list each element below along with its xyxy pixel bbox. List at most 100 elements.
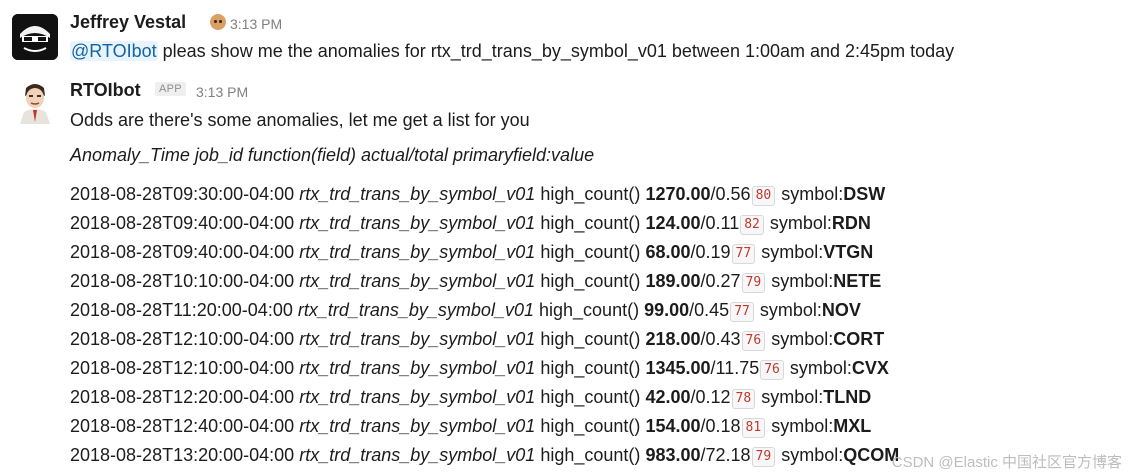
- mention-link[interactable]: @RTOIbot: [70, 41, 158, 61]
- author-name[interactable]: Jeffrey Vestal: [70, 12, 186, 33]
- typical-value: /72.18: [700, 445, 751, 465]
- primary-field: symbol:: [771, 416, 834, 436]
- timestamp[interactable]: 3:13 PM: [230, 16, 282, 32]
- function-field: high_count(): [540, 213, 641, 233]
- job-id: rtx_trd_trans_by_symbol_v01: [299, 213, 536, 233]
- avatar-rtoibot[interactable]: [12, 78, 58, 124]
- anomaly-time: 2018-08-28T13:20:00-04:00: [70, 445, 295, 465]
- actual-value: 42.00: [645, 387, 691, 407]
- anomaly-time: 2018-08-28T09:30:00-04:00: [70, 184, 295, 204]
- anomaly-score: 82: [740, 215, 764, 235]
- anomaly-row: 2018-08-28T10:10:00-04:00 rtx_trd_trans_…: [70, 267, 899, 296]
- job-id: rtx_trd_trans_by_symbol_v01: [299, 184, 536, 204]
- job-id: rtx_trd_trans_by_symbol_v01: [299, 445, 536, 465]
- watermark: CSDN @Elastic 中国社区官方博客: [891, 454, 1122, 471]
- anomaly-score: 79: [741, 273, 766, 293]
- anomaly-row: 2018-08-28T11:20:00-04:00 rtx_trd_trans_…: [70, 296, 899, 325]
- function-field: high_count(): [540, 329, 641, 349]
- job-id: rtx_trd_trans_by_symbol_v01: [299, 271, 536, 291]
- anomaly-score: 81: [741, 418, 766, 438]
- actual-value: 218.00: [645, 329, 701, 349]
- field-value: TLND: [823, 387, 872, 407]
- job-id: rtx_trd_trans_by_symbol_v01: [299, 358, 536, 378]
- anomaly-list: 2018-08-28T09:30:00-04:00 rtx_trd_trans_…: [70, 180, 899, 470]
- job-id: rtx_trd_trans_by_symbol_v01: [299, 242, 536, 262]
- field-value: NETE: [833, 271, 882, 291]
- function-field: high_count(): [540, 387, 641, 407]
- message-body: pleas show me the anomalies for rtx_trd_…: [157, 41, 955, 61]
- author-name[interactable]: RTOIbot: [70, 80, 141, 101]
- anomaly-score: 77: [730, 302, 754, 322]
- anomaly-time: 2018-08-28T09:40:00-04:00: [70, 242, 295, 262]
- anomaly-score: 78: [731, 389, 756, 409]
- timestamp[interactable]: 3:13 PM: [196, 84, 248, 100]
- anomaly-time: 2018-08-28T12:20:00-04:00: [70, 387, 295, 407]
- primary-field: symbol:: [771, 329, 834, 349]
- actual-value: 68.00: [645, 242, 691, 262]
- job-id: rtx_trd_trans_by_symbol_v01: [299, 387, 536, 407]
- anomaly-row: 2018-08-28T09:40:00-04:00 rtx_trd_trans_…: [70, 238, 899, 267]
- anomaly-time: 2018-08-28T11:20:00-04:00: [70, 300, 293, 320]
- actual-value: 124.00: [645, 213, 701, 233]
- user-avatar-icon: [12, 14, 58, 60]
- anomaly-score: 76: [741, 331, 766, 351]
- primary-field: symbol:: [759, 300, 822, 320]
- typical-value: /0.12: [690, 387, 731, 407]
- typical-value: /0.43: [700, 329, 741, 349]
- anomaly-time: 2018-08-28T12:10:00-04:00: [70, 329, 295, 349]
- anomaly-score: 80: [751, 186, 776, 206]
- actual-value: 1270.00: [645, 184, 711, 204]
- field-value: CVX: [851, 358, 889, 378]
- actual-value: 99.00: [644, 300, 690, 320]
- function-field: high_count(): [540, 242, 641, 262]
- app-badge: APP: [155, 82, 186, 96]
- field-value: MXL: [833, 416, 872, 436]
- actual-value: 1345.00: [645, 358, 711, 378]
- field-value: NOV: [821, 300, 861, 320]
- typical-value: /0.11: [700, 213, 740, 233]
- anomaly-row: 2018-08-28T09:30:00-04:00 rtx_trd_trans_…: [70, 180, 899, 209]
- anomaly-row: 2018-08-28T12:10:00-04:00 rtx_trd_trans_…: [70, 325, 899, 354]
- anomaly-row: 2018-08-28T12:40:00-04:00 rtx_trd_trans_…: [70, 412, 899, 441]
- typical-value: /0.45: [689, 300, 730, 320]
- anomaly-header: Anomaly_Time job_id function(field) actu…: [70, 145, 595, 165]
- anomaly-time: 2018-08-28T09:40:00-04:00: [70, 213, 295, 233]
- function-field: high_count(): [540, 358, 641, 378]
- function-field: high_count(): [540, 416, 641, 436]
- anomaly-score: 76: [760, 360, 784, 380]
- function-field: high_count(): [539, 300, 640, 320]
- anomaly-row: 2018-08-28T09:40:00-04:00 rtx_trd_trans_…: [70, 209, 899, 238]
- field-value: DSW: [843, 184, 886, 204]
- actual-value: 983.00: [645, 445, 701, 465]
- typical-value: /11.75: [710, 358, 760, 378]
- actual-value: 189.00: [645, 271, 701, 291]
- typical-value: /0.19: [690, 242, 731, 262]
- primary-field: symbol:: [761, 242, 824, 262]
- monkey-emoji-icon: [210, 14, 226, 30]
- primary-field: symbol:: [769, 213, 832, 233]
- primary-field: symbol:: [789, 358, 852, 378]
- message-text: Odds are there's some anomalies, let me …: [70, 110, 530, 130]
- anomaly-score: 79: [751, 447, 776, 467]
- typical-value: /0.56: [710, 184, 751, 204]
- anomaly-time: 2018-08-28T12:40:00-04:00: [70, 416, 295, 436]
- actual-value: 154.00: [645, 416, 701, 436]
- job-id: rtx_trd_trans_by_symbol_v01: [299, 329, 536, 349]
- typical-value: /0.27: [700, 271, 741, 291]
- function-field: high_count(): [540, 445, 641, 465]
- typical-value: /0.18: [700, 416, 741, 436]
- bot-avatar-icon: [12, 78, 58, 124]
- avatar-jeffrey[interactable]: [12, 14, 58, 60]
- field-value: VTGN: [823, 242, 874, 262]
- primary-field: symbol:: [771, 271, 834, 291]
- anomaly-time: 2018-08-28T10:10:00-04:00: [70, 271, 295, 291]
- primary-field: symbol:: [761, 387, 824, 407]
- anomaly-row: 2018-08-28T13:20:00-04:00 rtx_trd_trans_…: [70, 441, 899, 470]
- primary-field: symbol:: [781, 445, 844, 465]
- message-text: @RTOIbot pleas show me the anomalies for…: [70, 41, 954, 62]
- field-value: CORT: [833, 329, 885, 349]
- primary-field: symbol:: [781, 184, 844, 204]
- anomaly-score: 77: [731, 244, 756, 264]
- function-field: high_count(): [540, 271, 641, 291]
- job-id: rtx_trd_trans_by_symbol_v01: [297, 300, 534, 320]
